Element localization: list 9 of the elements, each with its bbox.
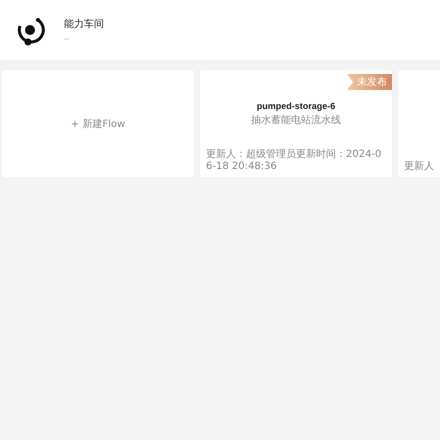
new-flow-card[interactable]: + 新建Flow [2, 70, 194, 177]
status-badge: 未发布 [347, 74, 392, 90]
page-title: 能力车间 [64, 18, 104, 31]
flow-meta: 更新人 [404, 161, 434, 173]
flow-name: pumped-storage-6 [256, 100, 336, 110]
flow-card[interactable]: 未发布 pumped-storage-6 抽水蓄能电站流水线 更新人：超级管理员更新时间：2024-06-18 20:48:36 [200, 70, 392, 177]
flow-description: 抽水蓄能电站流水线 [251, 114, 341, 126]
flow-card[interactable]: 更新人 [398, 70, 440, 177]
flow-meta: 更新人：超级管理员更新时间：2024-06-18 20:48:36 [206, 149, 382, 173]
